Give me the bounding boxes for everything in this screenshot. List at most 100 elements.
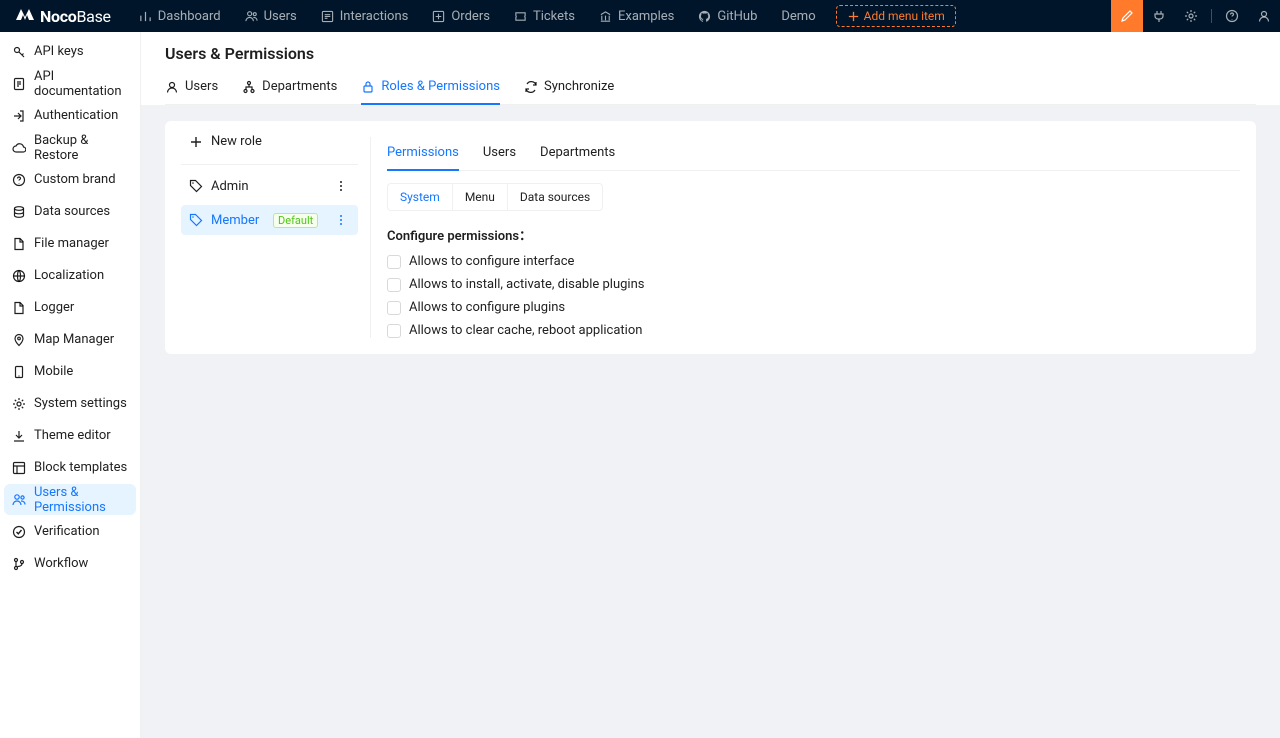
user-menu-button[interactable]: [1248, 0, 1280, 32]
top-nav-item[interactable]: Orders: [420, 0, 502, 32]
new-role-label: New role: [211, 134, 262, 149]
top-nav-item[interactable]: Demo: [769, 0, 827, 32]
plugin-button[interactable]: [1143, 0, 1175, 32]
page-tab[interactable]: Synchronize: [524, 71, 614, 104]
top-nav-item[interactable]: GitHub: [686, 0, 769, 32]
sidebar-item[interactable]: Localization: [4, 260, 136, 291]
sidebar-item[interactable]: API keys: [4, 36, 136, 67]
permissions-heading: Configure permissions：: [387, 225, 1240, 244]
perm-tab[interactable]: Users: [483, 137, 516, 170]
top-nav-item[interactable]: Interactions: [309, 0, 421, 32]
perm-tab[interactable]: Permissions: [387, 137, 459, 170]
permission-label: Allows to clear cache, reboot applicatio…: [409, 323, 642, 338]
top-header: NocoBase Dashboard UsersInteractions Order…: [0, 0, 1280, 32]
settings-button[interactable]: [1175, 0, 1207, 32]
login-icon: [12, 109, 26, 123]
sidebar-item[interactable]: Block templates: [4, 452, 136, 483]
add-menu-item-button[interactable]: Add menu item: [836, 5, 956, 27]
design-mode-button[interactable]: [1111, 0, 1143, 32]
tag-icon: [189, 213, 203, 227]
sidebar-item[interactable]: Verification: [4, 516, 136, 547]
sidebar-item[interactable]: Authentication: [4, 100, 136, 131]
help-button[interactable]: [1216, 0, 1248, 32]
users-icon: [12, 493, 26, 507]
role-label: Member: [211, 213, 259, 228]
divider: [1211, 9, 1212, 23]
plus-icon: [847, 10, 860, 23]
permission-label: Allows to configure plugins: [409, 300, 565, 315]
perm-subtab[interactable]: System: [388, 184, 453, 210]
new-role-button[interactable]: New role: [181, 137, 358, 165]
top-nav-label: Examples: [618, 9, 674, 24]
sidebar-item[interactable]: Logger: [4, 292, 136, 323]
top-nav-item[interactable]: Tickets: [502, 0, 587, 32]
sidebar-item[interactable]: Theme editor: [4, 420, 136, 451]
sidebar-item-label: Verification: [34, 524, 100, 539]
permission-checkbox[interactable]: [387, 278, 401, 292]
bank-icon: [599, 10, 612, 23]
top-nav-label: Dashboard: [158, 9, 221, 24]
top-nav-label: Tickets: [533, 9, 575, 24]
role-item[interactable]: Member Default: [181, 205, 358, 235]
permissions-column: Permissions Users Departments SystemMenuDa…: [371, 137, 1240, 338]
sidebar-item-label: Localization: [34, 268, 104, 283]
permission-checkbox[interactable]: [387, 324, 401, 338]
plus-icon: [189, 135, 203, 149]
sidebar-item[interactable]: Custom brand: [4, 164, 136, 195]
tag-icon: [189, 179, 203, 193]
more-icon: [334, 179, 348, 193]
sidebar-item[interactable]: System settings: [4, 388, 136, 419]
check-icon: [12, 525, 26, 539]
sidebar-item-label: File manager: [34, 236, 109, 251]
page-tab[interactable]: Roles & Permissions: [361, 71, 500, 104]
pin-icon: [12, 333, 26, 347]
top-nav-item[interactable]: Examples: [587, 0, 686, 32]
top-nav-item[interactable]: Users: [233, 0, 309, 32]
sidebar-item[interactable]: Data sources: [4, 196, 136, 227]
sidebar-item-label: Workflow: [34, 556, 88, 571]
users-icon: [245, 10, 258, 23]
perm-tab[interactable]: Departments: [540, 137, 615, 170]
user-icon: [1257, 9, 1271, 23]
plug-icon: [1152, 9, 1166, 23]
sidebar-item-label: Custom brand: [34, 172, 116, 187]
layout-icon: [12, 461, 26, 475]
top-nav-label: GitHub: [717, 9, 757, 24]
role-more-button[interactable]: [332, 177, 350, 195]
sidebar-item-label: Logger: [34, 300, 74, 315]
doc-icon: [12, 77, 26, 91]
cloud-icon: [12, 141, 26, 155]
sidebar-item[interactable]: Backup & Restore: [4, 132, 136, 163]
page-tab-label: Departments: [262, 79, 337, 94]
user-icon: [165, 80, 179, 94]
brand-logo[interactable]: NocoBase: [0, 7, 127, 26]
sidebar-item[interactable]: File manager: [4, 228, 136, 259]
sidebar-item-label: Block templates: [34, 460, 127, 475]
sidebar-item-label: Authentication: [34, 108, 118, 123]
permission-checkbox[interactable]: [387, 301, 401, 315]
top-nav: Dashboard UsersInteractions Orders Tickets E…: [127, 0, 828, 32]
sidebar-item[interactable]: Users & Permissions: [4, 484, 136, 515]
role-item[interactable]: Admin: [181, 171, 358, 201]
chart-icon: [139, 10, 152, 23]
sync-icon: [524, 80, 538, 94]
permission-row: Allows to clear cache, reboot applicatio…: [387, 323, 1240, 338]
page-tab[interactable]: Departments: [242, 71, 337, 104]
permission-checkbox[interactable]: [387, 255, 401, 269]
perm-subtab[interactable]: Data sources: [508, 184, 602, 210]
sidebar-item-label: Data sources: [34, 204, 110, 219]
plus-square-icon: [432, 10, 445, 23]
top-nav-label: Orders: [451, 9, 490, 24]
perm-subtab[interactable]: Menu: [453, 184, 508, 210]
role-more-button[interactable]: [332, 211, 350, 229]
default-badge: Default: [273, 213, 318, 228]
roles-permissions-card: New role Admin Member Default Permissions U…: [165, 121, 1256, 354]
top-nav-item[interactable]: Dashboard: [127, 0, 233, 32]
sidebar-item[interactable]: Workflow: [4, 548, 136, 579]
sidebar-item[interactable]: Mobile: [4, 356, 136, 387]
sidebar-item[interactable]: API documentation: [4, 68, 136, 99]
sidebar-item[interactable]: Map Manager: [4, 324, 136, 355]
page-tab[interactable]: Users: [165, 71, 218, 104]
form-icon: [321, 10, 334, 23]
sidebar-item-label: API documentation: [34, 69, 128, 99]
